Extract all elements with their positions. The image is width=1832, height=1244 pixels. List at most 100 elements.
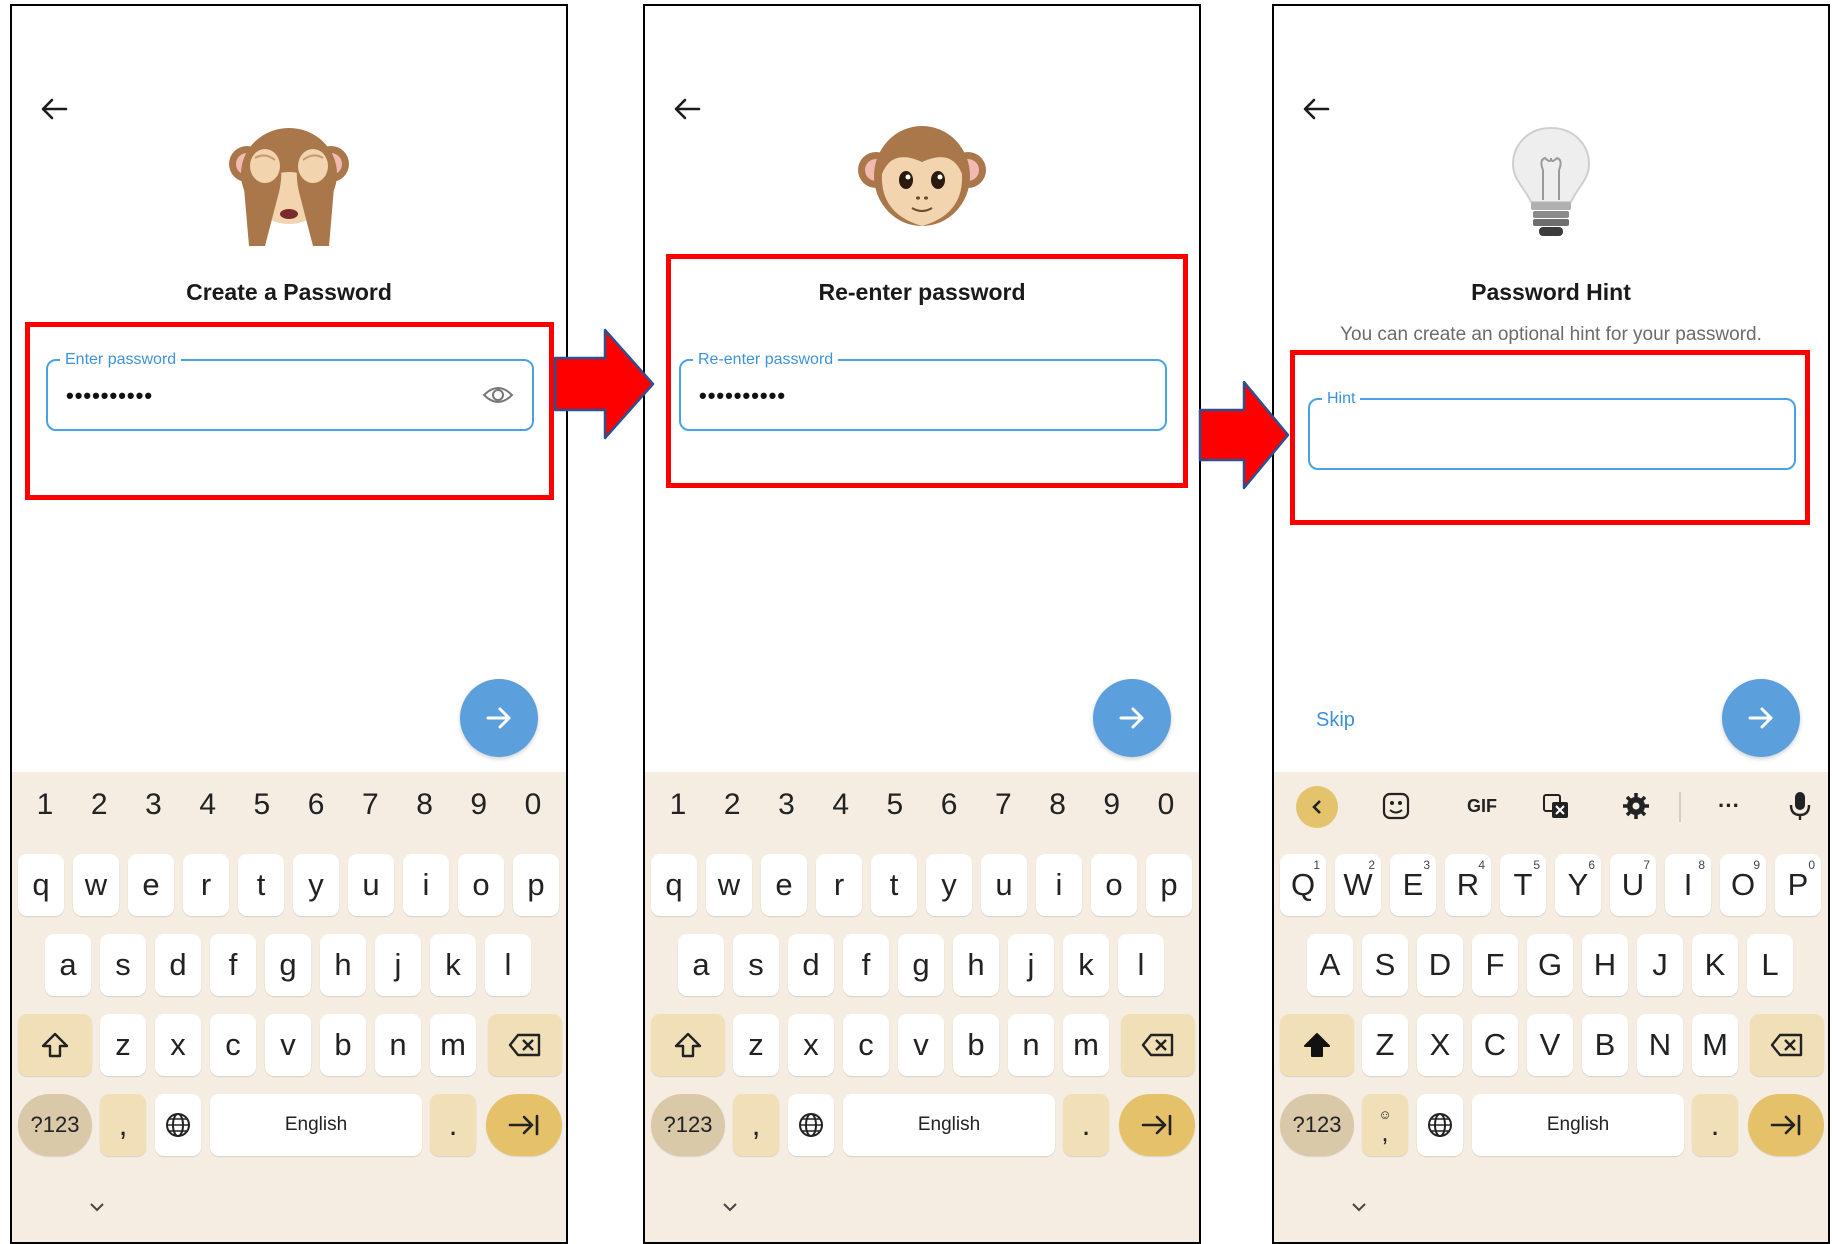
key-z[interactable]: Z (1362, 1014, 1408, 1076)
key-4[interactable]: 4 (183, 788, 233, 822)
space-key[interactable]: English (1472, 1094, 1684, 1156)
settings-gear-icon[interactable] (1614, 784, 1658, 828)
back-arrow-icon[interactable] (34, 92, 74, 126)
key-r[interactable]: r (816, 854, 862, 916)
key-s[interactable]: s (733, 934, 779, 996)
language-key[interactable] (155, 1094, 201, 1156)
backspace-key[interactable] (1121, 1014, 1195, 1076)
back-arrow-icon[interactable] (667, 92, 707, 126)
next-button[interactable] (1722, 679, 1800, 757)
key-3[interactable]: 3 (128, 788, 178, 822)
key-h[interactable]: h (320, 934, 366, 996)
key-l[interactable]: l (1118, 934, 1164, 996)
key-2[interactable]: 2 (74, 788, 124, 822)
key-b[interactable]: b (953, 1014, 999, 1076)
key-h[interactable]: h (953, 934, 999, 996)
key-c[interactable]: c (210, 1014, 256, 1076)
comma-key[interactable]: , (100, 1094, 146, 1156)
key-p[interactable]: p (513, 854, 559, 916)
key-m[interactable]: m (1063, 1014, 1109, 1076)
shift-key[interactable] (18, 1014, 92, 1076)
key-x[interactable]: X (1417, 1014, 1463, 1076)
gif-button[interactable]: GIF (1452, 784, 1512, 828)
toolbar-back-key[interactable] (1296, 786, 1338, 828)
key-v[interactable]: v (898, 1014, 944, 1076)
key-n[interactable]: n (1008, 1014, 1054, 1076)
key-4[interactable]: 4 (816, 788, 866, 822)
key-f[interactable]: F (1472, 934, 1518, 996)
key-g[interactable]: G (1527, 934, 1573, 996)
key-m[interactable]: m (430, 1014, 476, 1076)
backspace-key[interactable] (1750, 1014, 1824, 1076)
microphone-icon[interactable] (1778, 784, 1822, 828)
enter-key[interactable] (1748, 1094, 1824, 1156)
key-g[interactable]: g (898, 934, 944, 996)
chevron-down-icon[interactable] (1350, 1200, 1368, 1218)
key-t[interactable]: t (871, 854, 917, 916)
key-c[interactable]: C (1472, 1014, 1518, 1076)
key-s[interactable]: S (1362, 934, 1408, 996)
key-k[interactable]: k (430, 934, 476, 996)
key-g[interactable]: g (265, 934, 311, 996)
key-0[interactable]: 0 (1141, 788, 1191, 822)
key-k[interactable]: K (1692, 934, 1738, 996)
key-p[interactable]: P0 (1775, 854, 1821, 916)
backspace-key[interactable] (488, 1014, 562, 1076)
key-9[interactable]: 9 (1087, 788, 1137, 822)
key-b[interactable]: b (320, 1014, 366, 1076)
key-0[interactable]: 0 (508, 788, 558, 822)
key-v[interactable]: V (1527, 1014, 1573, 1076)
key-z[interactable]: z (100, 1014, 146, 1076)
key-u[interactable]: u (981, 854, 1027, 916)
more-button[interactable]: ··· (1702, 784, 1756, 828)
key-d[interactable]: d (788, 934, 834, 996)
key-d[interactable]: D (1417, 934, 1463, 996)
key-r[interactable]: r (183, 854, 229, 916)
key-t[interactable]: T5 (1500, 854, 1546, 916)
symbols-key[interactable]: ?123 (1280, 1094, 1354, 1156)
language-key[interactable] (1417, 1094, 1463, 1156)
key-e[interactable]: e (128, 854, 174, 916)
key-7[interactable]: 7 (978, 788, 1028, 822)
symbols-key[interactable]: ?123 (18, 1094, 92, 1156)
key-m[interactable]: M (1692, 1014, 1738, 1076)
key-y[interactable]: y (293, 854, 339, 916)
comma-key[interactable]: , (733, 1094, 779, 1156)
key-5[interactable]: 5 (870, 788, 920, 822)
enter-key[interactable] (1119, 1094, 1195, 1156)
key-e[interactable]: e (761, 854, 807, 916)
key-w[interactable]: w (73, 854, 119, 916)
chevron-down-icon[interactable] (88, 1200, 106, 1218)
key-3[interactable]: 3 (761, 788, 811, 822)
key-6[interactable]: 6 (924, 788, 974, 822)
space-key[interactable]: English (843, 1094, 1055, 1156)
key-j[interactable]: j (375, 934, 421, 996)
key-x[interactable]: x (788, 1014, 834, 1076)
key-z[interactable]: z (733, 1014, 779, 1076)
key-j[interactable]: j (1008, 934, 1054, 996)
key-1[interactable]: 1 (20, 788, 70, 822)
period-key[interactable]: . (1063, 1094, 1109, 1156)
key-f[interactable]: f (210, 934, 256, 996)
key-h[interactable]: H (1582, 934, 1628, 996)
key-u[interactable]: u (348, 854, 394, 916)
period-key[interactable]: . (1692, 1094, 1738, 1156)
key-q[interactable]: q (651, 854, 697, 916)
translate-icon[interactable] (1534, 784, 1578, 828)
key-i[interactable]: i (403, 854, 449, 916)
key-i[interactable]: i (1036, 854, 1082, 916)
enter-key[interactable] (486, 1094, 562, 1156)
key-q[interactable]: Q1 (1280, 854, 1326, 916)
key-o[interactable]: o (1091, 854, 1137, 916)
key-u[interactable]: U7 (1610, 854, 1656, 916)
back-arrow-icon[interactable] (1296, 92, 1336, 126)
key-c[interactable]: c (843, 1014, 889, 1076)
key-y[interactable]: Y6 (1555, 854, 1601, 916)
key-e[interactable]: E3 (1390, 854, 1436, 916)
key-8[interactable]: 8 (1033, 788, 1083, 822)
key-a[interactable]: a (45, 934, 91, 996)
key-a[interactable]: A (1307, 934, 1353, 996)
shift-key[interactable] (651, 1014, 725, 1076)
key-v[interactable]: v (265, 1014, 311, 1076)
key-y[interactable]: y (926, 854, 972, 916)
